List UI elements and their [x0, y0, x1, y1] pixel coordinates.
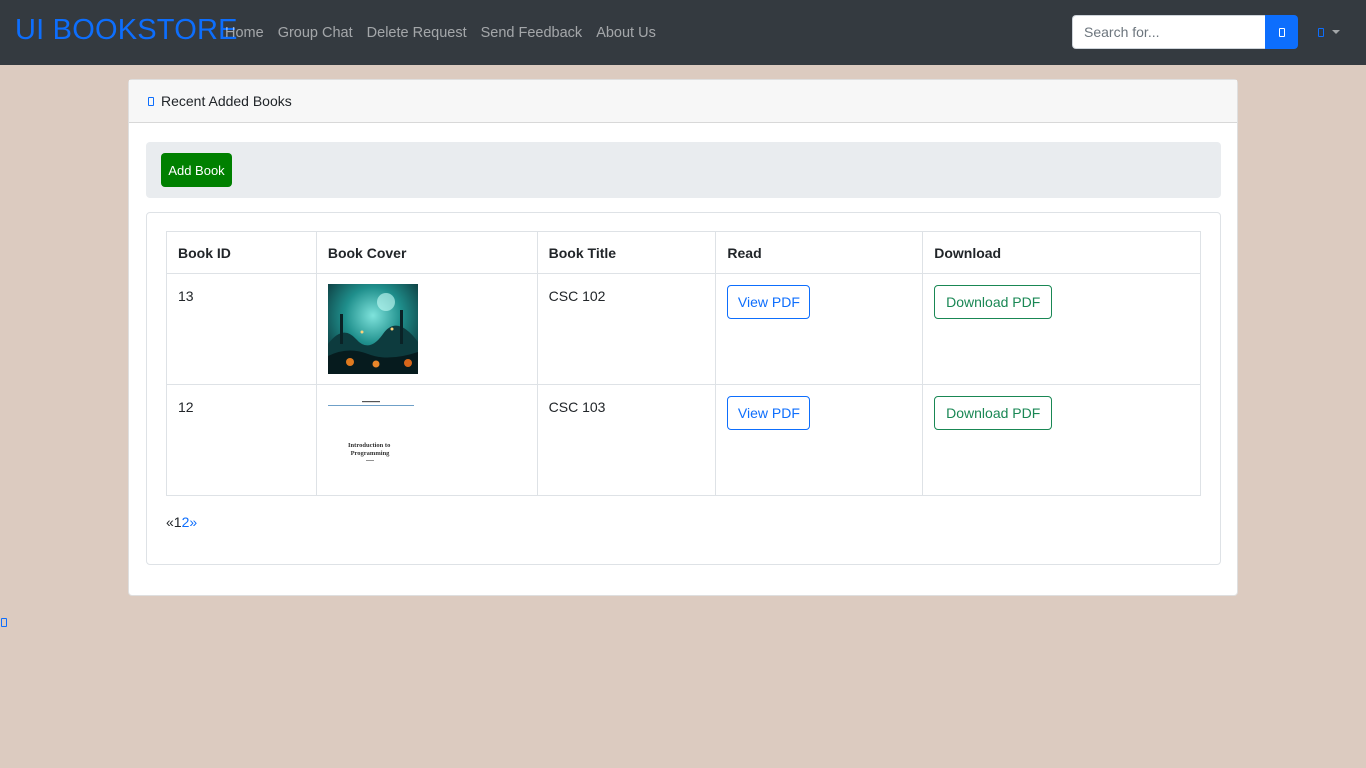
recent-books-card: Recent Added Books Add Book Book ID Book…	[128, 79, 1238, 596]
card-header: Recent Added Books	[129, 80, 1237, 123]
search-input[interactable]	[1072, 15, 1265, 49]
search-icon	[1278, 27, 1285, 37]
books-table: Book ID Book Cover Book Title Read Downl…	[166, 231, 1201, 496]
table-row: 12 Introduction to Programming CSC 103 V…	[166, 384, 1201, 496]
floating-icon[interactable]	[1, 618, 7, 627]
nav-link-send-feedback[interactable]: Send Feedback	[474, 25, 590, 41]
books-table-container: Book ID Book Cover Book Title Read Downl…	[146, 212, 1221, 565]
top-navbar: UI BOOKSTORE Home Group Chat Delete Requ…	[0, 0, 1366, 65]
nav-link-group-chat[interactable]: Group Chat	[271, 25, 360, 41]
view-pdf-button[interactable]: View PDF	[727, 396, 811, 430]
column-header-download: Download	[922, 231, 1201, 274]
book-icon	[148, 96, 154, 106]
pagination-page-2[interactable]: 2	[182, 514, 190, 530]
book-cover-cell: Introduction to Programming	[315, 384, 538, 496]
read-cell: View PDF	[715, 384, 924, 496]
column-header-book-id: Book ID	[166, 231, 317, 274]
book-title-cell: CSC 103	[536, 384, 717, 496]
download-cell: Download PDF	[922, 384, 1201, 496]
search-form	[1072, 15, 1298, 49]
table-header-row: Book ID Book Cover Book Title Read Downl…	[166, 231, 1201, 274]
download-pdf-button[interactable]: Download PDF	[934, 396, 1053, 430]
book-id-cell: 13	[166, 273, 317, 385]
column-header-read: Read	[715, 231, 924, 274]
pagination: « 1 2 »	[166, 514, 197, 530]
card-title: Recent Added Books	[161, 93, 292, 109]
download-cell: Download PDF	[922, 273, 1201, 385]
nav-link-delete-request[interactable]: Delete Request	[360, 25, 474, 41]
pagination-prev[interactable]: «	[166, 514, 174, 530]
column-header-book-title: Book Title	[536, 231, 717, 274]
cover-text-line-1: Introduction to	[348, 442, 390, 449]
book-title-cell: CSC 102	[536, 273, 717, 385]
add-book-button[interactable]: Add Book	[161, 153, 232, 187]
nav-link-home[interactable]: Home	[218, 25, 271, 41]
column-header-book-cover: Book Cover	[315, 231, 538, 274]
pagination-page-1[interactable]: 1	[174, 514, 182, 530]
read-cell: View PDF	[715, 273, 924, 385]
search-button[interactable]	[1265, 15, 1298, 49]
book-id-cell: 12	[166, 384, 317, 496]
cover-document-text: Introduction to Programming	[348, 442, 392, 457]
toolbar: Add Book	[146, 142, 1221, 198]
table-row: 13 CSC 102 View PDF Download PDF	[166, 273, 1201, 385]
view-pdf-button[interactable]: View PDF	[727, 285, 811, 319]
download-pdf-button[interactable]: Download PDF	[934, 285, 1053, 319]
brand-logo[interactable]: UI BOOKSTORE	[15, 12, 238, 48]
user-icon	[1318, 27, 1324, 37]
pagination-next[interactable]: »	[189, 514, 197, 530]
book-cover-image	[327, 284, 418, 374]
book-cover-cell	[315, 273, 538, 385]
cover-text-line-2: Programming	[350, 450, 390, 457]
caret-down-icon	[1332, 30, 1340, 34]
nav-link-about-us[interactable]: About Us	[589, 25, 663, 41]
book-cover-image: Introduction to Programming	[327, 395, 418, 485]
user-dropdown[interactable]	[1318, 25, 1340, 39]
nav-links: Home Group Chat Delete Request Send Feed…	[218, 0, 663, 65]
